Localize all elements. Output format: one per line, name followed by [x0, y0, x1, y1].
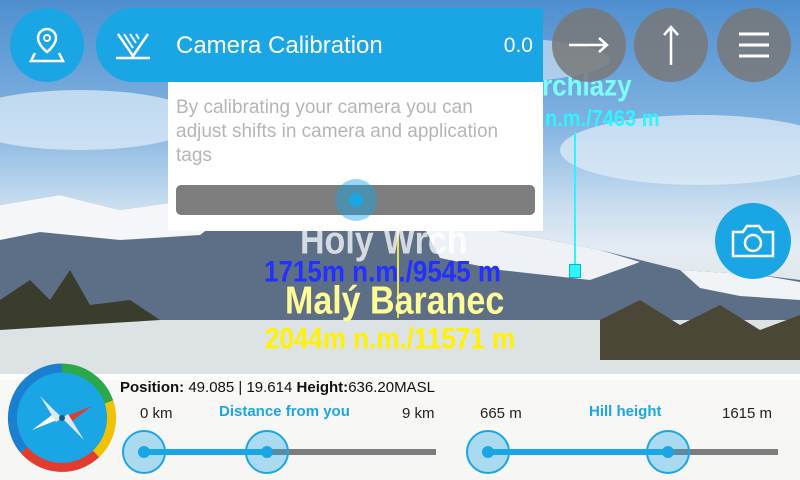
arrow-up-icon: [663, 25, 679, 65]
calibration-panel: By calibrating your camera you can adjus…: [168, 82, 543, 231]
peak-pointer-line: [574, 132, 576, 268]
distance-max-label: 9 km: [402, 405, 435, 422]
map-button[interactable]: [10, 8, 84, 82]
calibration-title: Camera Calibration: [176, 32, 383, 59]
peak-label-info: 2044m n.m./11571 m: [265, 320, 516, 356]
slider-handle-dot: [482, 446, 494, 458]
peak-label-info: n.m./7463 m: [545, 106, 660, 132]
menu-button[interactable]: [717, 8, 791, 82]
hill-min-label: 665 m: [480, 405, 522, 422]
slider-handle-dot: [260, 446, 273, 458]
compass-icon[interactable]: [6, 362, 118, 474]
hill-title: Hill height: [589, 403, 662, 420]
distance-min-label: 0 km: [140, 405, 173, 422]
calibration-icon: [116, 33, 150, 60]
height-value: 636.20MASL: [348, 379, 435, 396]
peak-label-name[interactable]: Malý Baranec: [285, 279, 504, 324]
slider-handle-dot: [348, 193, 363, 207]
position-value: 49.085 | 19.614: [188, 379, 293, 396]
arrow-right-icon: [569, 37, 609, 53]
forward-button[interactable]: [552, 8, 626, 82]
up-button[interactable]: [634, 8, 708, 82]
distance-slider-max-handle[interactable]: [244, 430, 289, 474]
camera-icon: [731, 224, 775, 258]
position-label: Position:: [120, 379, 185, 396]
calibration-value: 0.0: [503, 34, 533, 57]
hill-slider-min-handle[interactable]: [466, 430, 510, 474]
camera-button[interactable]: [715, 203, 791, 279]
calibration-header: Camera Calibration 0.0: [96, 8, 543, 82]
hill-max-label: 1615 m: [722, 405, 773, 422]
hill-slider-fill: [488, 449, 668, 455]
distance-title: Distance from you: [219, 403, 350, 420]
slider-handle-dot: [661, 446, 674, 458]
calibration-button[interactable]: [96, 8, 170, 82]
slider-handle-dot: [138, 446, 150, 458]
map-pin-icon: [28, 27, 66, 63]
calibration-slider-handle[interactable]: [334, 179, 377, 221]
hill-slider-max-handle[interactable]: [645, 430, 690, 474]
distance-slider-min-handle[interactable]: [122, 430, 166, 474]
peak-marker[interactable]: [569, 264, 581, 278]
status-line: Position: 49.085 | 19.614 Height:636.20M…: [120, 379, 435, 396]
calibration-description: By calibrating your camera you can adjus…: [176, 97, 499, 166]
height-label: Height:: [296, 379, 349, 396]
menu-icon: [739, 32, 769, 58]
